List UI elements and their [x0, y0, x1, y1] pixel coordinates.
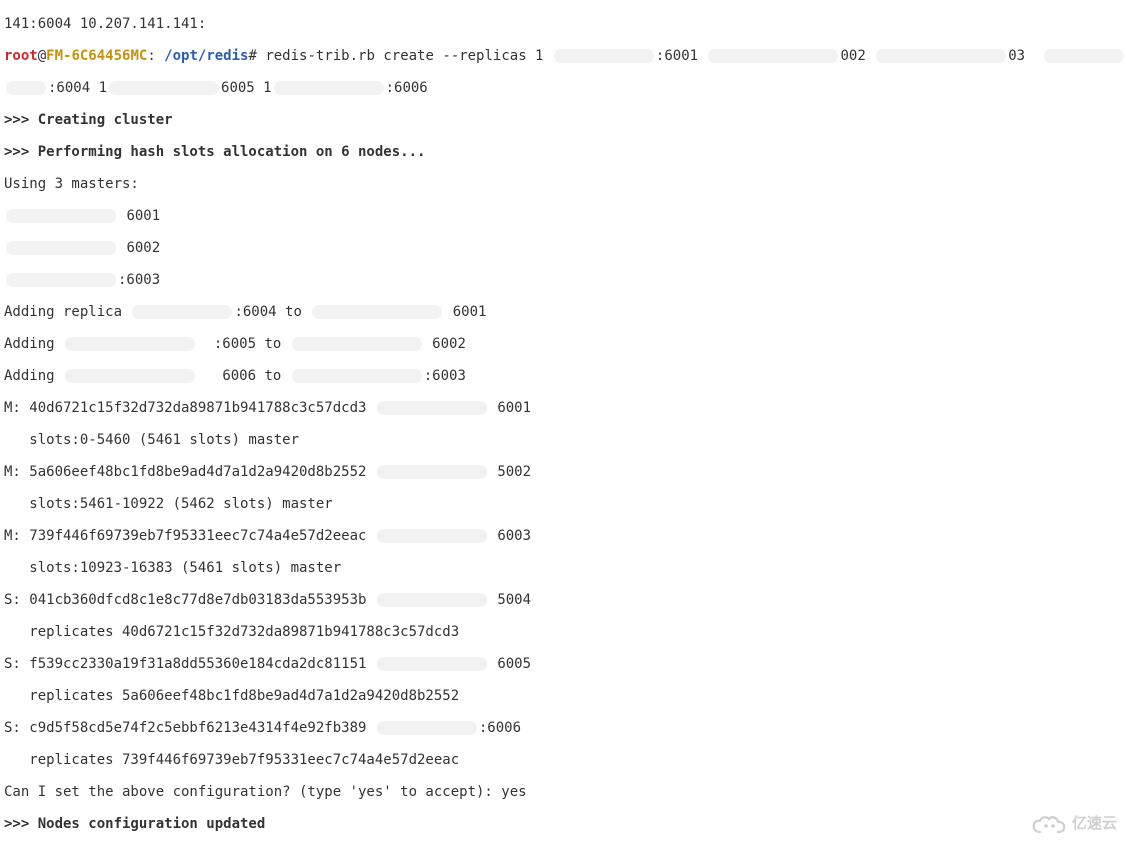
blur-ip — [377, 529, 487, 543]
blur-ip — [377, 593, 487, 607]
node-port: 6003 — [497, 528, 531, 544]
node-port: 6001 — [497, 400, 531, 416]
blur-ip — [377, 401, 487, 415]
slots-info: slots:10923-16383 (5461 slots) master — [4, 560, 1123, 576]
prompt-user: root — [4, 48, 38, 64]
replica-port: 6006 to — [222, 368, 289, 384]
node-port: 5004 — [497, 592, 531, 608]
blur-ip — [708, 49, 838, 63]
blur-ip — [109, 81, 219, 95]
blur-ip — [6, 209, 116, 223]
blur-ip — [132, 305, 232, 319]
watermark: 亿速云 — [1032, 814, 1117, 834]
replicates-info: replicates 40d6721c15f32d732da89871b9417… — [4, 624, 1123, 640]
node-port: 6005 — [497, 656, 531, 672]
slave-node: S: c9d5f58cd5e74f2c5ebbf6213e4314f4e92fb… — [4, 720, 375, 736]
adding-replica: Adding — [4, 336, 63, 352]
master-port: :6003 — [118, 272, 160, 288]
replicates-info: replicates 5a606eef48bc1fd8be9ad4d7a1d2a… — [4, 688, 1123, 704]
prompt-end: # — [248, 48, 265, 64]
status-updated: >>> Nodes configuration updated — [4, 816, 1123, 832]
target-port: :6003 — [424, 368, 466, 384]
command-text: redis-trib.rb create --replicas 1 — [265, 48, 552, 64]
blur-ip — [377, 657, 487, 671]
master-node: M: 40d6721c15f32d732da89871b941788c3c57d… — [4, 400, 375, 416]
cloud-icon — [1032, 814, 1066, 834]
adding-replica: Adding — [4, 368, 63, 384]
node-port: :6006 — [479, 720, 521, 736]
blur-ip — [6, 273, 116, 287]
blur-ip — [65, 369, 195, 383]
blur-ip — [292, 369, 422, 383]
using-masters: Using 3 masters: — [4, 176, 1123, 192]
confirm-prompt: Can I set the above configuration? (type… — [4, 784, 1123, 800]
slave-node: S: 041cb360dfcd8c1e8c77d8e7db03183da5539… — [4, 592, 375, 608]
prompt-sep: : — [147, 48, 164, 64]
blur-ip — [554, 49, 654, 63]
blur-ip — [65, 337, 195, 351]
target-port: 6001 — [453, 304, 487, 320]
arg-6005: 6005 1 — [221, 80, 272, 96]
arg-6001: :6001 — [656, 48, 707, 64]
status-creating: >>> Creating cluster — [4, 112, 1123, 128]
blur-ip — [377, 721, 477, 735]
adding-replica: Adding replica — [4, 304, 130, 320]
prompt-host: FM-6C64456MC — [46, 48, 147, 64]
slots-info: slots:5461-10922 (5462 slots) master — [4, 496, 1123, 512]
status-hashslots: >>> Performing hash slots allocation on … — [4, 144, 1123, 160]
blur-ip — [274, 81, 384, 95]
blur-ip — [6, 241, 116, 255]
terminal-output[interactable]: 141:6004 10.207.141.141: root@FM-6C64456… — [0, 0, 1127, 844]
blur-ip — [312, 305, 442, 319]
replicates-info: replicates 739f446f69739eb7f95331eec7c74… — [4, 752, 1123, 768]
watermark-text: 亿速云 — [1072, 816, 1117, 832]
prompt-at: @ — [38, 48, 46, 64]
replica-port: :6004 to — [234, 304, 310, 320]
node-port: 5002 — [497, 464, 531, 480]
arg-6003: 03 — [1008, 48, 1033, 64]
blur-ip — [1044, 49, 1124, 63]
target-port: 6002 — [432, 336, 466, 352]
arg-6004: :6004 1 — [48, 80, 107, 96]
master-node: M: 739f446f69739eb7f95331eec7c74a4e57d2e… — [4, 528, 375, 544]
blur-ip — [292, 337, 422, 351]
master-node: M: 5a606eef48bc1fd8be9ad4d7a1d2a9420d8b2… — [4, 464, 375, 480]
slots-info: slots:0-5460 (5461 slots) master — [4, 432, 1123, 448]
blur-ip — [377, 465, 487, 479]
slave-node: S: f539cc2330a19f31a8dd55360e184cda2dc81… — [4, 656, 375, 672]
master-port: 6001 — [126, 208, 160, 224]
blur-ip — [876, 49, 1006, 63]
prompt-path: /opt/redis — [164, 48, 248, 64]
partial-line: 141:6004 10.207.141.141: — [4, 16, 1123, 32]
arg-6002: 002 — [840, 48, 874, 64]
blur-ip — [6, 81, 46, 95]
master-port: 6002 — [126, 240, 160, 256]
replica-port: :6005 to — [214, 336, 290, 352]
arg-6006: :6006 — [386, 80, 428, 96]
